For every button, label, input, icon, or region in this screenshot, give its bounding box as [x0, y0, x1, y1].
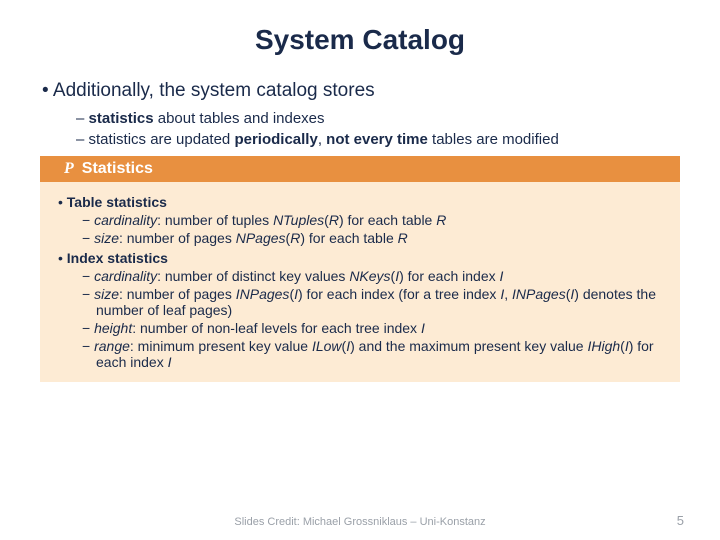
box-bullet-table-stats: Table statistics	[58, 194, 662, 210]
box-body: Table statistics cardinality: number of …	[40, 182, 680, 382]
text-italic: height	[94, 320, 132, 336]
slide: System Catalog Additionally, the system …	[0, 0, 720, 382]
page-number: 5	[677, 513, 684, 528]
text: ,	[318, 131, 326, 148]
text: ) for each table	[300, 230, 397, 246]
text-italic: R	[329, 212, 339, 228]
text: statistics are updated	[89, 131, 235, 148]
text-italic: NPages	[236, 230, 286, 246]
text-italic: NKeys	[349, 268, 390, 284]
box-sub-index-range: range: minimum present key value ILow(I)…	[82, 338, 662, 370]
text-italic: cardinality	[94, 212, 157, 228]
text-italic: size	[94, 286, 119, 302]
box-sub-table-size: size: number of pages NPages(R) for each…	[82, 230, 662, 246]
text: ,	[504, 286, 512, 302]
text-bold: Table statistics	[67, 194, 167, 210]
text-italic: I	[421, 320, 425, 336]
text: : number of tuples	[157, 212, 273, 228]
box-sub-index-height: height: number of non-leaf levels for ea…	[82, 320, 662, 336]
text: : number of pages	[119, 286, 236, 302]
box-sub-table-cardinality: cardinality: number of tuples NTuples(R)…	[82, 212, 662, 228]
text-italic: R	[436, 212, 446, 228]
text: : minimum present key value	[130, 338, 312, 354]
text-bold: statistics	[89, 110, 154, 127]
text: ) for each index	[399, 268, 499, 284]
box-sub-index-size: size: number of pages INPages(I) for eac…	[82, 286, 662, 318]
text: ) for each table	[339, 212, 436, 228]
text-italic: INPages	[236, 286, 290, 302]
text: : number of distinct key values	[157, 268, 349, 284]
box-sub-index-cardinality: cardinality: number of distinct key valu…	[82, 268, 662, 284]
text-italic: INPages	[512, 286, 566, 302]
text-bold: periodically	[234, 131, 317, 148]
bullet-intro: Additionally, the system catalog stores	[42, 80, 690, 102]
slide-title: System Catalog	[30, 24, 690, 56]
box-bullet-index-stats: Index statistics	[58, 250, 662, 266]
pointer-icon: P	[64, 160, 74, 178]
text: : number of non-leaf levels for each tre…	[132, 320, 421, 336]
text-italic: ILow	[312, 338, 342, 354]
text: ) for each index (for a tree index	[298, 286, 500, 302]
text: about tables and indexes	[154, 110, 325, 127]
text: : number of pages	[119, 230, 236, 246]
text-italic: I	[168, 354, 172, 370]
footer-credit: Slides Credit: Michael Grossniklaus – Un…	[0, 516, 720, 528]
text-italic: R	[290, 230, 300, 246]
text-italic: I	[500, 268, 504, 284]
box-header: P Statistics	[40, 156, 680, 182]
text: ) and the maximum present key value	[350, 338, 587, 354]
text: tables are modified	[428, 131, 559, 148]
text-italic: R	[398, 230, 408, 246]
text-italic: size	[94, 230, 119, 246]
text-bold: Index statistics	[67, 250, 168, 266]
box-title: Statistics	[82, 160, 153, 178]
bullet-sub-statistics: statistics about tables and indexes	[76, 110, 690, 127]
text-italic: cardinality	[94, 268, 157, 284]
text-italic: NTuples	[273, 212, 324, 228]
text-italic: range	[94, 338, 130, 354]
bullet-sub-periodic: statistics are updated periodically, not…	[76, 131, 690, 148]
text-italic: IHigh	[587, 338, 620, 354]
text-bold: not every time	[326, 131, 428, 148]
